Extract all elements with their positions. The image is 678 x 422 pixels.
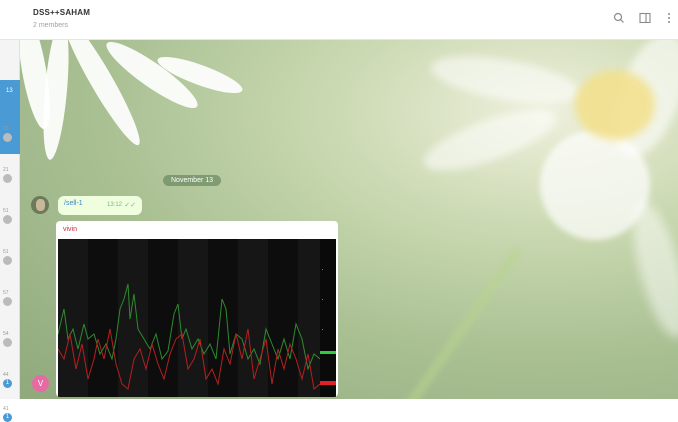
chat-list-item[interactable]: 51 <box>3 208 17 224</box>
chat-list-num: 41 <box>3 406 9 412</box>
wallpaper-petal <box>417 97 563 183</box>
chat-list-num: 54 <box>3 331 9 337</box>
chat-list-num: 22 <box>3 126 9 132</box>
wallpaper-petal <box>427 47 583 113</box>
avatar <box>3 297 12 306</box>
chat-list-num: 57 <box>3 290 9 296</box>
active-chat-label: 13 <box>6 88 13 94</box>
sidebar-toggle-icon[interactable] <box>638 12 652 26</box>
chart-image[interactable] <box>58 239 336 397</box>
chat-list-item[interactable]: 21 <box>3 167 17 183</box>
chat-list-num: 44 <box>3 372 9 378</box>
member-count: 2 members <box>33 22 69 29</box>
chat-list-num: 21 <box>3 167 9 173</box>
message-bubble[interactable]: /sell-1 13:12 ✓✓ <box>58 196 142 215</box>
chat-list-item[interactable]: 54 <box>3 331 17 347</box>
avatar <box>3 256 12 265</box>
sender-name: vivin <box>63 226 78 233</box>
chat-list-num: 51 <box>3 249 9 255</box>
wallpaper-stem <box>387 247 523 399</box>
chat-list-item[interactable]: 57 <box>3 290 17 306</box>
message-time: 13:12 <box>106 202 122 208</box>
chat-list-strip: 13 22 21 51 51 57 54 44 1 41 1 <box>0 40 20 422</box>
chat-list-item[interactable]: 41 1 <box>3 406 17 422</box>
chat-list-item[interactable]: 51 <box>3 249 17 265</box>
read-check-icon: ✓✓ <box>124 202 136 209</box>
avatar <box>3 215 12 224</box>
wallpaper-flower-center <box>575 70 655 140</box>
chat-header: DSS++SAHAM 2 members <box>0 0 678 40</box>
active-chat-item[interactable]: 13 <box>0 80 20 154</box>
chat-title[interactable]: DSS++SAHAM <box>33 8 90 17</box>
avatar[interactable] <box>31 196 49 214</box>
date-separator: November 13 <box>163 175 222 186</box>
avatar[interactable]: V <box>32 375 49 392</box>
chart-message[interactable]: vivin <box>56 221 338 397</box>
unread-badge: 1 <box>3 379 12 388</box>
more-vert-icon[interactable] <box>662 12 676 26</box>
avatar <box>3 338 12 347</box>
avatar <box>3 174 12 183</box>
unread-badge: 1 <box>3 413 12 422</box>
bot-command-link[interactable]: /sell-1 <box>64 200 83 207</box>
chat-list-item[interactable]: 22 <box>3 126 17 142</box>
search-icon[interactable] <box>612 12 626 26</box>
chat-list-num: 51 <box>3 208 9 214</box>
chat-list-item[interactable]: 44 1 <box>3 372 17 388</box>
avatar <box>3 133 12 142</box>
